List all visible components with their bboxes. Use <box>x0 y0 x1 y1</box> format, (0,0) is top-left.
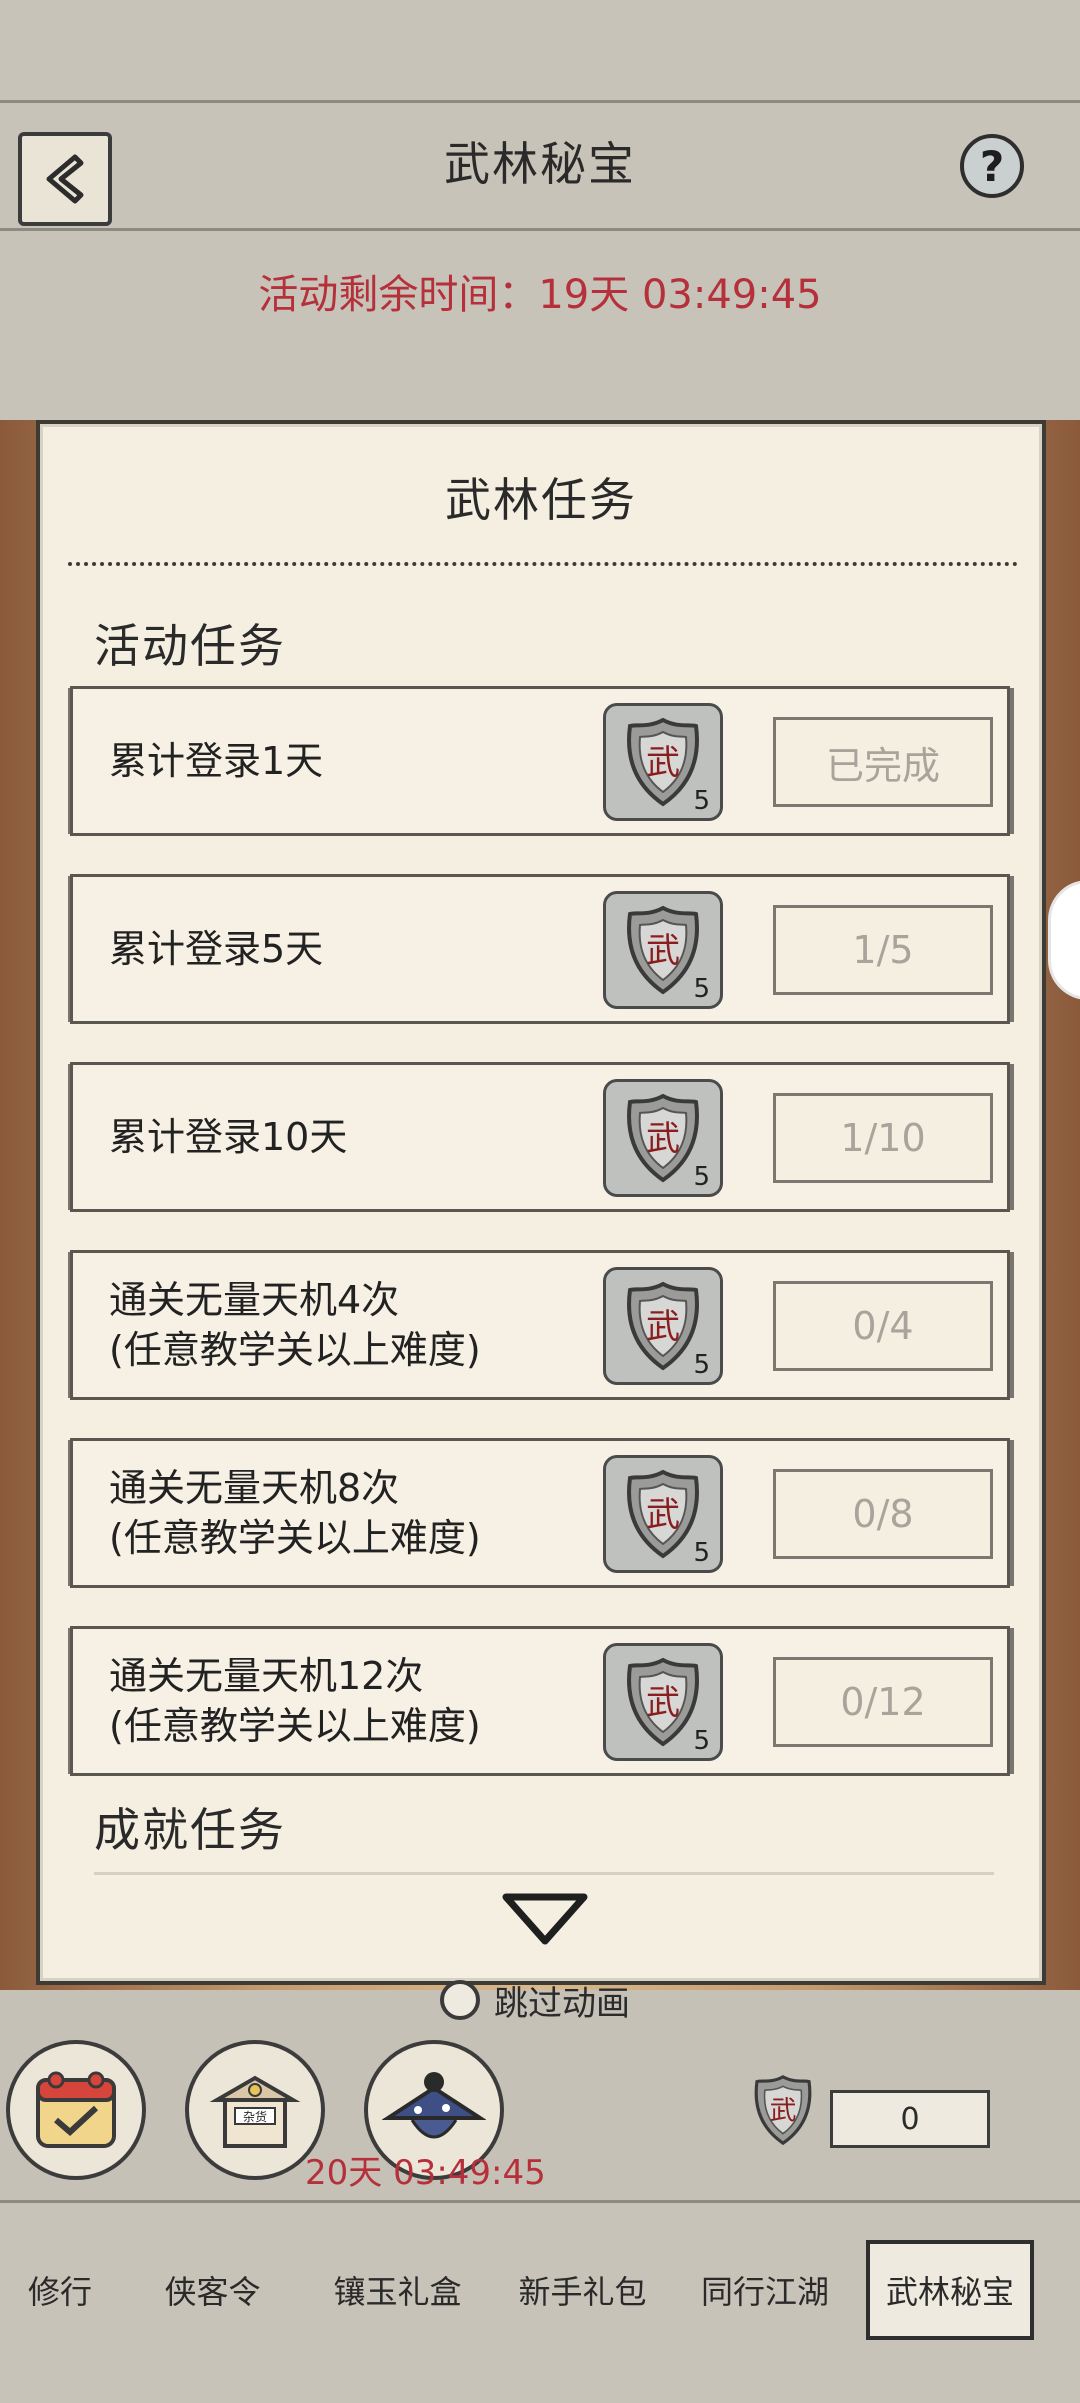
task-name-line2: (任意教学关以上难度) <box>109 1516 481 1560</box>
task-progress[interactable]: 1/5 <box>773 905 993 995</box>
reward-count: 5 <box>693 1726 710 1756</box>
task-row: 通关无量天机8次 (任意教学关以上难度) 武 5 0/8 <box>70 1438 1010 1588</box>
token-balance: 0 <box>830 2090 990 2148</box>
reward-count: 5 <box>693 1538 710 1568</box>
reward-count: 5 <box>693 1350 710 1380</box>
tab-newbie-pack[interactable]: 新手礼包 <box>500 2240 665 2340</box>
task-row: 通关无量天机4次 (任意教学关以上难度) 武 5 0/4 <box>70 1250 1010 1400</box>
task-name-line1: 通关无量天机12次 <box>109 1654 424 1698</box>
task-name: 通关无量天机8次 (任意教学关以上难度) <box>109 1441 481 1585</box>
header <box>0 0 1080 420</box>
tab-cultivation[interactable]: 修行 <box>0 2240 120 2340</box>
section-divider <box>94 1872 994 1875</box>
svg-text:武: 武 <box>646 931 680 971</box>
modal-title: 武林任务 <box>445 473 637 527</box>
event-remaining-time: 活动剩余时间：19天 03:49:45 <box>258 272 822 318</box>
calendar-check-icon <box>36 2071 116 2148</box>
reward-slot[interactable]: 武 5 <box>603 1455 723 1573</box>
task-progress[interactable]: 1/10 <box>773 1093 993 1183</box>
dotted-divider <box>68 562 1018 566</box>
task-row: 累计登录5天 武 5 1/5 <box>70 874 1010 1024</box>
svg-text:武: 武 <box>646 1495 680 1535</box>
task-progress[interactable]: 0/4 <box>773 1281 993 1371</box>
svg-text:武: 武 <box>770 2095 797 2126</box>
task-name-line2: (任意教学关以上难度) <box>109 1704 481 1748</box>
task-row: 累计登录1天 武 5 已完成 <box>70 686 1010 836</box>
event-countdown: 20天 03:49:45 <box>305 2153 546 2193</box>
task-name-line1: 通关无量天机8次 <box>109 1466 400 1510</box>
daily-checkin-button[interactable] <box>6 2040 146 2180</box>
task-name-line1: 累计登录1天 <box>109 739 324 783</box>
skip-radio[interactable] <box>440 1980 480 2020</box>
reward-slot[interactable]: 武 5 <box>603 891 723 1009</box>
svg-text:武: 武 <box>646 743 680 783</box>
section-achievement-tasks: 成就任务 <box>94 1803 286 1857</box>
tab-jade-giftbox[interactable]: 镶玉礼盒 <box>310 2240 485 2340</box>
task-progress[interactable]: 0/12 <box>773 1657 993 1747</box>
reward-slot[interactable]: 武 5 <box>603 1267 723 1385</box>
page-title: 武林秘宝 <box>444 137 636 191</box>
reward-count: 5 <box>693 786 710 816</box>
skip-label: 跳过动画 <box>494 1983 630 2024</box>
question-icon: ? <box>979 141 1005 191</box>
reward-count: 5 <box>693 974 710 1004</box>
tab-hero-order[interactable]: 侠客令 <box>140 2240 285 2340</box>
svg-text:武: 武 <box>646 1307 680 1347</box>
task-modal: 武林任务 活动任务 累计登录1天 武 5 已完成 累计登录5天 武 5 1/5 … <box>36 420 1046 1985</box>
scroll-down-icon[interactable] <box>500 1889 590 1949</box>
task-name-line1: 通关无量天机4次 <box>109 1278 400 1322</box>
skip-animation-toggle[interactable]: 跳过动画 <box>440 1975 630 2025</box>
task-name-line2: (任意教学关以上难度) <box>109 1328 481 1372</box>
svg-text:武: 武 <box>646 1683 680 1723</box>
task-name: 累计登录5天 <box>109 877 323 1021</box>
tab-wulin-treasure[interactable]: 武林秘宝 <box>866 2240 1034 2340</box>
reward-slot[interactable]: 武 5 <box>603 703 723 821</box>
task-progress[interactable]: 0/8 <box>773 1469 993 1559</box>
task-name: 通关无量天机12次 (任意教学关以上难度) <box>109 1629 481 1773</box>
task-name-line1: 累计登录10天 <box>109 1115 348 1159</box>
shop-icon: 杂货 <box>209 2075 301 2148</box>
task-progress[interactable]: 已完成 <box>773 717 993 807</box>
reward-slot[interactable]: 武 5 <box>603 1643 723 1761</box>
shop-button[interactable]: 杂货 <box>185 2040 325 2180</box>
task-row: 累计登录10天 武 5 1/10 <box>70 1062 1010 1212</box>
section-activity-tasks: 活动任务 <box>94 619 286 673</box>
reward-count: 5 <box>693 1162 710 1192</box>
reward-slot[interactable]: 武 5 <box>603 1079 723 1197</box>
svg-text:武: 武 <box>646 1119 680 1159</box>
help-button[interactable]: ? <box>960 134 1024 198</box>
svg-text:杂货: 杂货 <box>243 2109 267 2124</box>
task-name: 累计登录10天 <box>109 1065 347 1209</box>
header-bottom-line <box>0 228 1080 231</box>
task-name: 通关无量天机4次 (任意教学关以上难度) <box>109 1253 481 1397</box>
header-top-line <box>0 100 1080 103</box>
task-row: 通关无量天机12次 (任意教学关以上难度) 武 5 0/12 <box>70 1626 1010 1776</box>
task-name: 累计登录1天 <box>109 689 323 833</box>
wu-token-icon: 武 <box>754 2075 812 2146</box>
tab-travel-jianghu[interactable]: 同行江湖 <box>680 2240 850 2340</box>
task-name-line1: 累计登录5天 <box>109 927 324 971</box>
